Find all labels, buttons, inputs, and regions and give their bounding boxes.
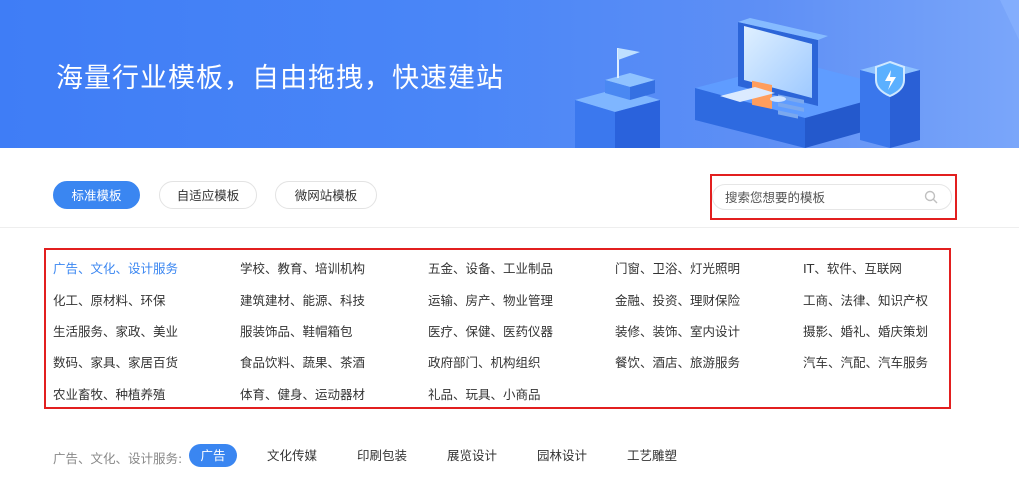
subcategory-item[interactable]: 园林设计 <box>537 444 587 467</box>
category-link[interactable]: 运输、房产、物业管理 <box>428 290 553 309</box>
search-icon[interactable] <box>924 190 938 204</box>
category-link[interactable]: 数码、家具、家居百货 <box>53 352 178 371</box>
subcategory-item[interactable]: 文化传媒 <box>267 444 317 467</box>
category-link[interactable]: 汽车、汽配、汽车服务 <box>803 352 928 371</box>
subcategory-item[interactable]: 展览设计 <box>447 444 497 467</box>
category-link[interactable]: 农业畜牧、种植养殖 <box>53 384 166 403</box>
category-link[interactable]: 建筑建材、能源、科技 <box>240 290 365 309</box>
banner-illustration <box>575 0 1019 148</box>
search-input[interactable] <box>712 184 952 210</box>
category-link[interactable]: 摄影、婚礼、婚庆策划 <box>803 321 928 340</box>
category-link[interactable]: 体育、健身、运动器材 <box>240 384 365 403</box>
category-link[interactable]: 广告、文化、设计服务 <box>53 258 178 277</box>
category-link[interactable]: 学校、教育、培训机构 <box>240 258 365 277</box>
category-link[interactable]: 食品饮料、蔬果、茶酒 <box>240 352 365 371</box>
subcategory-item-active[interactable]: 广告 <box>189 444 237 467</box>
section-divider <box>0 227 1019 228</box>
category-link[interactable]: IT、软件、互联网 <box>803 258 902 277</box>
category-link[interactable]: 工商、法律、知识产权 <box>803 290 928 309</box>
category-link[interactable]: 生活服务、家政、美业 <box>53 321 178 340</box>
subcategory-label: 广告、文化、设计服务: <box>53 451 183 466</box>
category-link[interactable]: 门窗、卫浴、灯光照明 <box>615 258 740 277</box>
category-link[interactable]: 五金、设备、工业制品 <box>428 258 553 277</box>
tab-responsive[interactable]: 自适应模板 <box>159 181 257 209</box>
tab-mobile-site[interactable]: 微网站模板 <box>275 181 377 209</box>
subcategory-item[interactable]: 印刷包装 <box>357 444 407 467</box>
category-link[interactable]: 装修、装饰、室内设计 <box>615 321 740 340</box>
category-link[interactable]: 化工、原材料、环保 <box>53 290 166 309</box>
subcategory-item[interactable]: 工艺雕塑 <box>627 444 677 467</box>
category-link[interactable]: 餐饮、酒店、旅游服务 <box>615 352 740 371</box>
banner-title: 海量行业模板，自由拖拽，快速建站 <box>56 63 504 94</box>
category-link[interactable]: 政府部门、机构组织 <box>428 352 541 371</box>
category-link[interactable]: 礼品、玩具、小商品 <box>428 384 541 403</box>
hero-banner: 海量行业模板，自由拖拽，快速建站 <box>0 0 1019 148</box>
category-link[interactable]: 金融、投资、理财保险 <box>615 290 740 309</box>
category-link[interactable]: 医疗、保健、医药仪器 <box>428 321 553 340</box>
tab-standard[interactable]: 标准模板 <box>53 181 140 209</box>
category-link[interactable]: 服装饰品、鞋帽箱包 <box>240 321 353 340</box>
